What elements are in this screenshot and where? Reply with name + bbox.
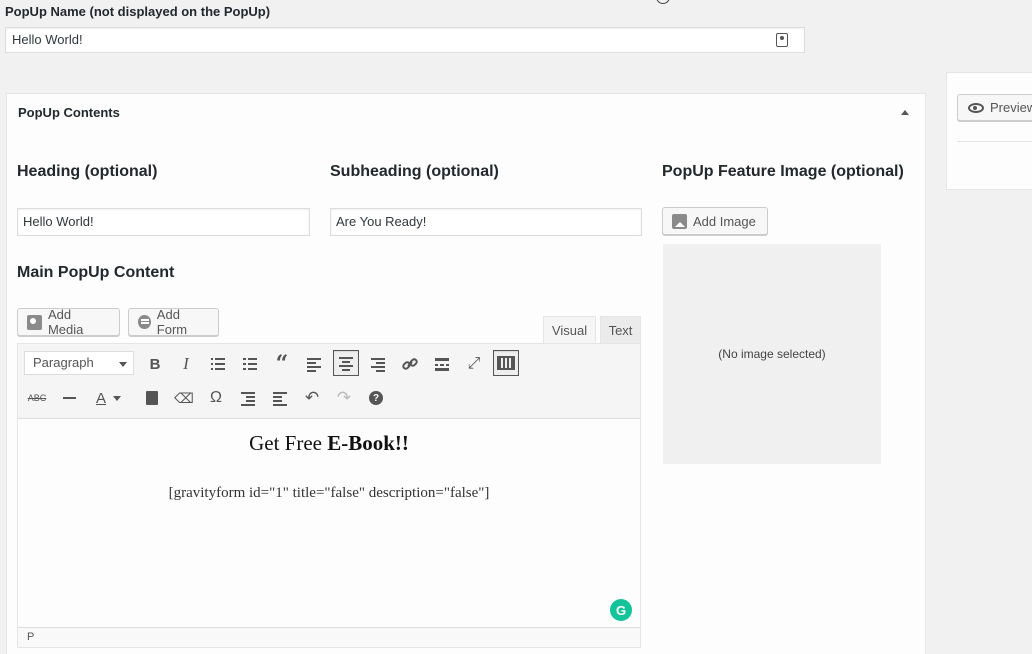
element-path[interactable]: P [27, 631, 34, 643]
editor-content-area[interactable]: Get Free E-Book!! [gravityform id="1" ti… [18, 419, 640, 629]
add-form-label: Add Form [156, 307, 188, 337]
image-icon [672, 213, 687, 229]
strikethrough-icon[interactable]: ABC [24, 385, 50, 411]
chevron-down-icon[interactable] [110, 389, 124, 407]
add-media-button[interactable]: Add Media [17, 307, 120, 337]
chevron-down-icon [119, 362, 127, 367]
horizontal-line-icon[interactable] [56, 385, 82, 411]
format-select-value: Paragraph [33, 355, 94, 370]
indent-icon[interactable] [267, 385, 293, 411]
content-editor: Paragraph B I “ ⤢ ABC A ⌫ Ω ↶ ↷ ? Get Fr… [17, 343, 641, 648]
main-content-label: Main PopUp Content [17, 264, 175, 281]
heading-bold: E-Book!! [327, 431, 409, 455]
outdent-icon[interactable] [235, 385, 261, 411]
undo-icon[interactable]: ↶ [299, 385, 325, 411]
feature-image-label: PopUp Feature Image (optional) [662, 163, 904, 180]
clear-formatting-icon[interactable]: ⌫ [171, 385, 197, 411]
collapse-arrow-icon[interactable] [901, 110, 909, 115]
subheading-input[interactable]: Are You Ready! [330, 208, 642, 236]
redo-icon[interactable]: ↷ [331, 385, 357, 411]
editor-heading: Get Free E-Book!! [18, 431, 640, 456]
fullscreen-icon[interactable]: ⤢ [461, 351, 487, 377]
special-character-icon[interactable]: Ω [203, 385, 229, 411]
add-media-label: Add Media [47, 307, 84, 337]
format-select[interactable]: Paragraph [24, 351, 134, 375]
align-right-icon[interactable] [365, 351, 391, 377]
align-left-icon[interactable] [301, 351, 327, 377]
panel-title: PopUp Contents [18, 105, 120, 120]
grammarly-icon[interactable]: G [610, 599, 632, 621]
add-image-button[interactable]: Add Image [662, 207, 768, 235]
heading-input[interactable]: Hello World! [17, 208, 310, 236]
bullet-list-icon[interactable] [205, 351, 231, 377]
align-center-icon[interactable] [333, 350, 359, 376]
editor-statusbar: P [18, 627, 640, 647]
tab-text[interactable]: Text [600, 316, 641, 343]
media-icon [27, 314, 42, 330]
popup-name-label: PopUp Name (not displayed on the PopUp) [5, 4, 271, 19]
tab-visual[interactable]: Visual [543, 316, 596, 343]
numbered-list-icon[interactable] [237, 351, 263, 377]
eye-icon [968, 102, 984, 113]
bold-button[interactable]: B [142, 351, 168, 377]
help-icon[interactable]: ? [363, 385, 389, 411]
preview-button[interactable]: Preview [957, 94, 1032, 121]
blockquote-icon[interactable]: “ [269, 351, 295, 377]
italic-button[interactable]: I [173, 351, 199, 377]
contact-card-icon[interactable] [776, 33, 788, 47]
popup-name-value: Hello World! [12, 32, 83, 47]
publish-box [946, 72, 1032, 190]
divider [957, 141, 1032, 142]
subheading-label: Subheading (optional) [330, 163, 499, 180]
mouse-cursor-icon [656, 0, 670, 4]
preview-label: Preview [990, 100, 1032, 115]
toolbar-toggle-icon[interactable] [493, 350, 519, 376]
editor-toolbar: Paragraph B I “ ⤢ ABC A ⌫ Ω ↶ ↷ ? [18, 344, 640, 419]
read-more-icon[interactable] [429, 351, 455, 377]
add-form-button[interactable]: Add Form [128, 307, 219, 337]
popup-name-input[interactable]: Hello World! [5, 27, 805, 53]
paste-text-icon[interactable] [139, 385, 165, 411]
heading-label: Heading (optional) [17, 163, 158, 180]
add-image-label: Add Image [693, 213, 756, 229]
link-icon[interactable] [397, 351, 423, 377]
heading-prefix: Get Free [249, 431, 328, 455]
form-icon [138, 315, 151, 329]
no-image-text: (No image selected) [718, 347, 826, 361]
feature-image-preview: (No image selected) [663, 244, 881, 464]
gravityform-shortcode: [gravityform id="1" title="false" descri… [168, 485, 490, 501]
